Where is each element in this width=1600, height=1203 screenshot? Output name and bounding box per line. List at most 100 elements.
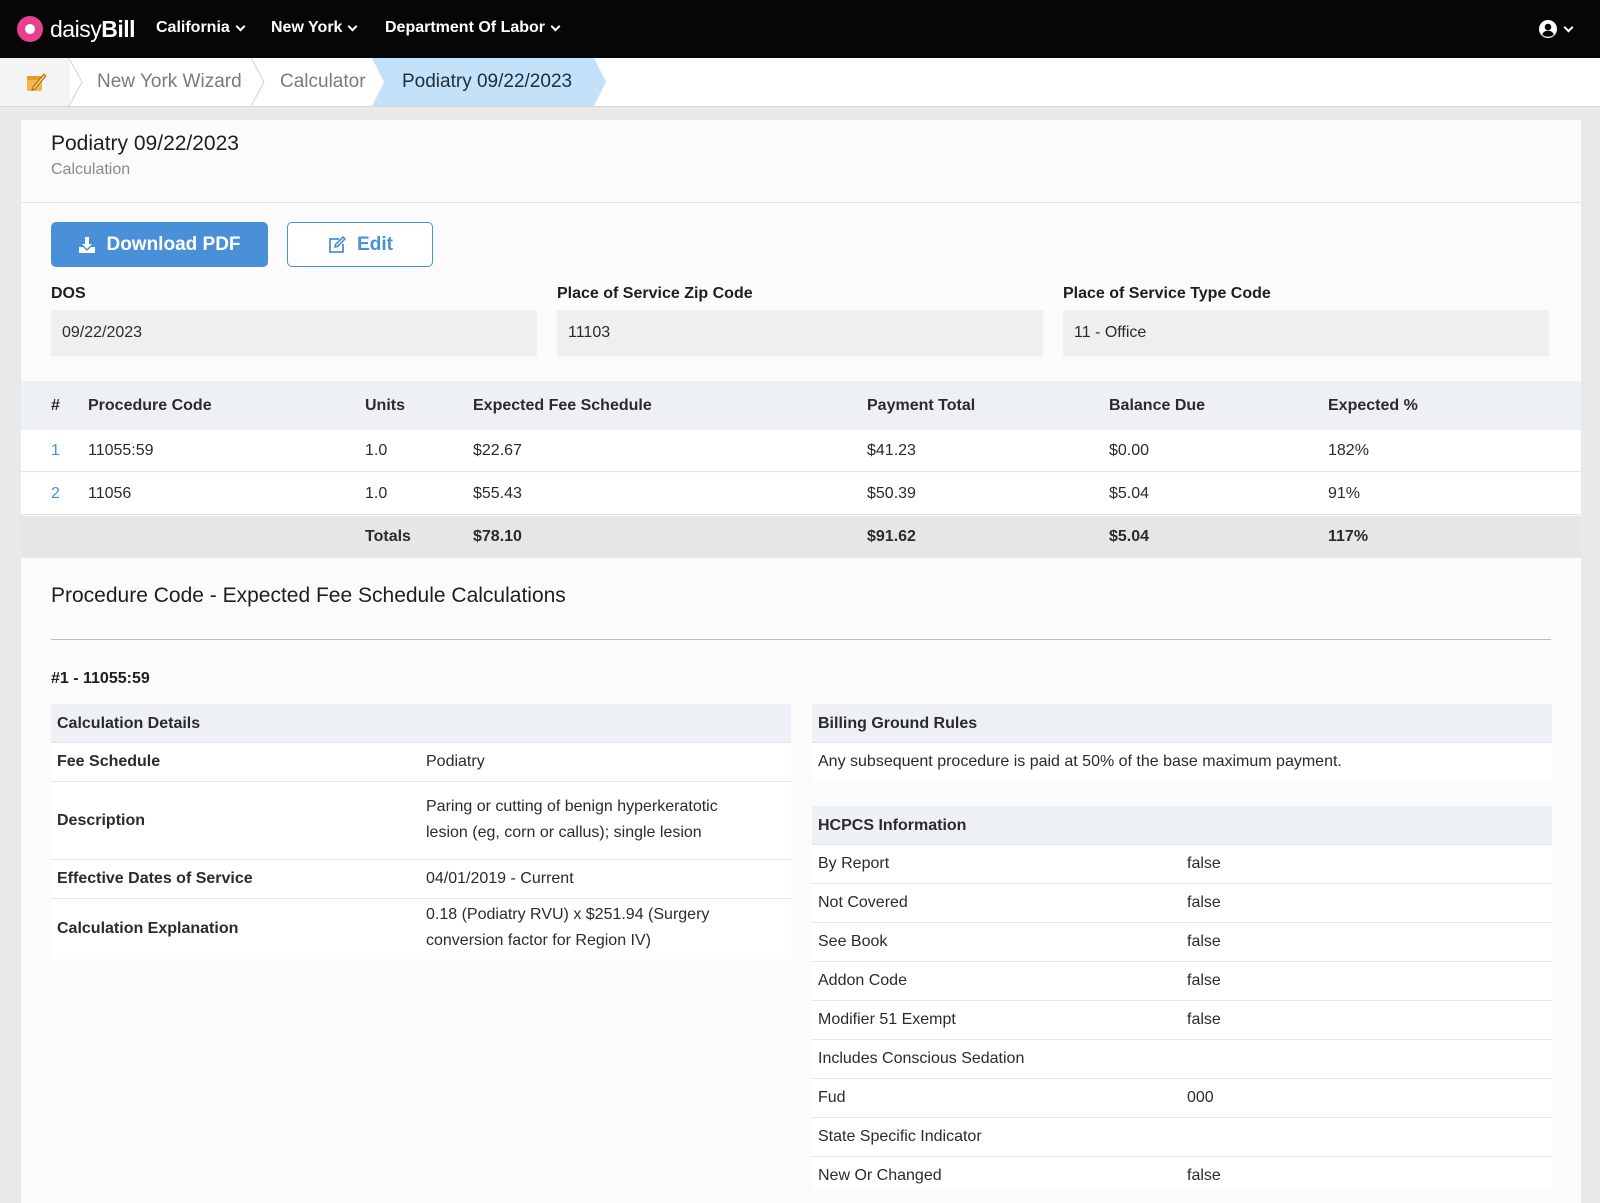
hcpcs-key: Includes Conscious Sedation [818, 1050, 1025, 1067]
calculations-section-title: Procedure Code - Expected Fee Schedule C… [51, 584, 566, 607]
detail-value: Paring or cutting of benign hyperkeratot… [426, 798, 718, 841]
expected-fee: $55.43 [473, 485, 522, 502]
edit-label: Edit [357, 233, 393, 255]
nav-department-of-labor[interactable]: Department Of Labor [385, 19, 561, 37]
hcpcs-row: Addon Code false [812, 962, 1552, 1001]
logo-text: daisyBill [50, 15, 135, 42]
hcpcs-row: State Specific Indicator [812, 1118, 1552, 1157]
detail-value: 04/01/2019 - Current [426, 870, 574, 887]
total-expected-pct: 117% [1328, 528, 1369, 545]
total-balance: $5.04 [1109, 528, 1150, 545]
chevron-down-icon [235, 21, 246, 31]
units: 1.0 [365, 485, 388, 502]
download-pdf-label: Download PDF [106, 233, 241, 255]
col-number: # [51, 397, 60, 414]
hcpcs-key: See Book [818, 933, 888, 950]
detail-key: Fee Schedule [57, 753, 161, 770]
hcpcs-key: New Or Changed [818, 1167, 942, 1184]
col-balance-due: Balance Due [1109, 397, 1206, 414]
nav-department-of-labor-label: Department Of Labor [385, 19, 546, 36]
download-pdf-button[interactable]: Download PDF [51, 222, 268, 267]
chevron-down-icon [550, 21, 561, 31]
calculation-details-table: Calculation Details Fee Schedule Podiatr… [51, 704, 791, 959]
divider [21, 202, 1581, 203]
hcpcs-key: Addon Code [818, 972, 907, 989]
procedure-code: 11056 [88, 485, 132, 502]
units: 1.0 [365, 442, 388, 459]
hcpcs-row: Fud 000 [812, 1079, 1552, 1118]
hcpcs-key: Fud [818, 1089, 846, 1106]
breadcrumb-new-york-wizard[interactable]: New York Wizard [97, 58, 242, 106]
procedure-code: 11055:59 [88, 442, 154, 459]
hcpcs-information-header: HCPCS Information [812, 806, 1552, 845]
expected-fee: $22.67 [473, 442, 522, 459]
procedures-table-header: # Procedure Code Units Expected Fee Sche… [21, 381, 1581, 430]
procedure-item-title: #1 - 11055:59 [51, 670, 150, 687]
table-row: 2 11056 1.0 $55.43 $50.39 $5.04 91% [21, 473, 1581, 515]
daisy-logo-icon [17, 16, 43, 42]
nav-california[interactable]: California [156, 19, 246, 37]
table-row: 1 11055:59 1.0 $22.67 $41.23 $0.00 182% [21, 430, 1581, 472]
breadcrumb-current: Podiatry 09/22/2023 [402, 71, 573, 92]
zip-code-field: 11103 [557, 310, 1043, 356]
hcpcs-value: false [1187, 855, 1221, 872]
detail-key: Description [57, 812, 146, 829]
user-menu[interactable] [1538, 19, 1574, 39]
payment-total: $41.23 [867, 442, 916, 459]
place-type-label: Place of Service Type Code [1063, 285, 1271, 302]
breadcrumb-separator [250, 58, 265, 106]
calculation-card: Podiatry 09/22/2023 Calculation Download… [21, 120, 1581, 1203]
divider [51, 639, 1551, 640]
notepad-icon [27, 73, 47, 91]
breadcrumb-home[interactable] [0, 58, 70, 106]
edit-icon [329, 235, 347, 253]
hcpcs-key: Not Covered [818, 894, 908, 911]
ground-rules-text: Any subsequent procedure is paid at 50% … [818, 753, 1342, 770]
nav-california-label: California [156, 19, 230, 36]
detail-value: 0.18 (Podiatry RVU) x $251.94 (Surgery c… [426, 906, 710, 949]
breadcrumb-calculator[interactable]: Calculator [280, 58, 366, 106]
col-payment-total: Payment Total [867, 397, 976, 414]
payment-total: $50.39 [867, 485, 916, 502]
detail-row: Effective Dates of Service 04/01/2019 - … [51, 860, 791, 899]
place-type-field: 11 - Office [1063, 310, 1549, 356]
hcpcs-key: State Specific Indicator [818, 1128, 982, 1145]
user-circle-icon [1539, 20, 1557, 38]
hcpcs-value: false [1187, 972, 1221, 989]
edit-button[interactable]: Edit [287, 222, 433, 267]
balance-due: $0.00 [1109, 442, 1150, 459]
hcpcs-row: By Report false [812, 845, 1552, 884]
top-nav: daisyBill California New York Department… [0, 0, 1600, 58]
hcpcs-row: Includes Conscious Sedation [812, 1040, 1552, 1079]
logo[interactable]: daisyBill [17, 16, 135, 43]
total-expected-fee: $78.10 [473, 528, 522, 545]
nav-new-york[interactable]: New York [271, 19, 358, 37]
row-number-link[interactable]: 2 [51, 473, 60, 515]
detail-value: Podiatry [426, 753, 485, 770]
expected-pct: 91% [1328, 485, 1361, 502]
chevron-down-icon [347, 21, 358, 31]
balance-due: $5.04 [1109, 485, 1150, 502]
expected-pct: 182% [1328, 442, 1369, 459]
hcpcs-row: Modifier 51 Exempt false [812, 1001, 1552, 1040]
breadcrumb: New York Wizard Calculator Podiatry 09/2… [0, 58, 1600, 107]
detail-row: Calculation Explanation 0.18 (Podiatry R… [51, 899, 791, 959]
zip-code-label: Place of Service Zip Code [557, 285, 753, 302]
dos-field: 09/22/2023 [51, 310, 537, 356]
totals-label: Totals [365, 528, 411, 545]
hcpcs-value: false [1187, 894, 1221, 911]
totals-row: Totals $78.10 $91.62 $5.04 117% [21, 516, 1581, 558]
hcpcs-row: New Or Changed false [812, 1157, 1552, 1190]
nav-new-york-label: New York [271, 19, 343, 36]
billing-ground-rules-header: Billing Ground Rules [812, 704, 1552, 743]
page-title: Podiatry 09/22/2023 [51, 132, 239, 155]
col-expected-fee: Expected Fee Schedule [473, 397, 652, 414]
calculation-details-header: Calculation Details [51, 704, 791, 743]
row-number-link[interactable]: 1 [51, 430, 60, 472]
detail-row: Description Paring or cutting of benign … [51, 782, 791, 860]
ground-rules-row: Any subsequent procedure is paid at 50% … [812, 743, 1552, 782]
col-units: Units [365, 397, 405, 414]
dos-label: DOS [51, 285, 86, 302]
hcpcs-row: Not Covered false [812, 884, 1552, 923]
hcpcs-value: false [1187, 1167, 1221, 1184]
